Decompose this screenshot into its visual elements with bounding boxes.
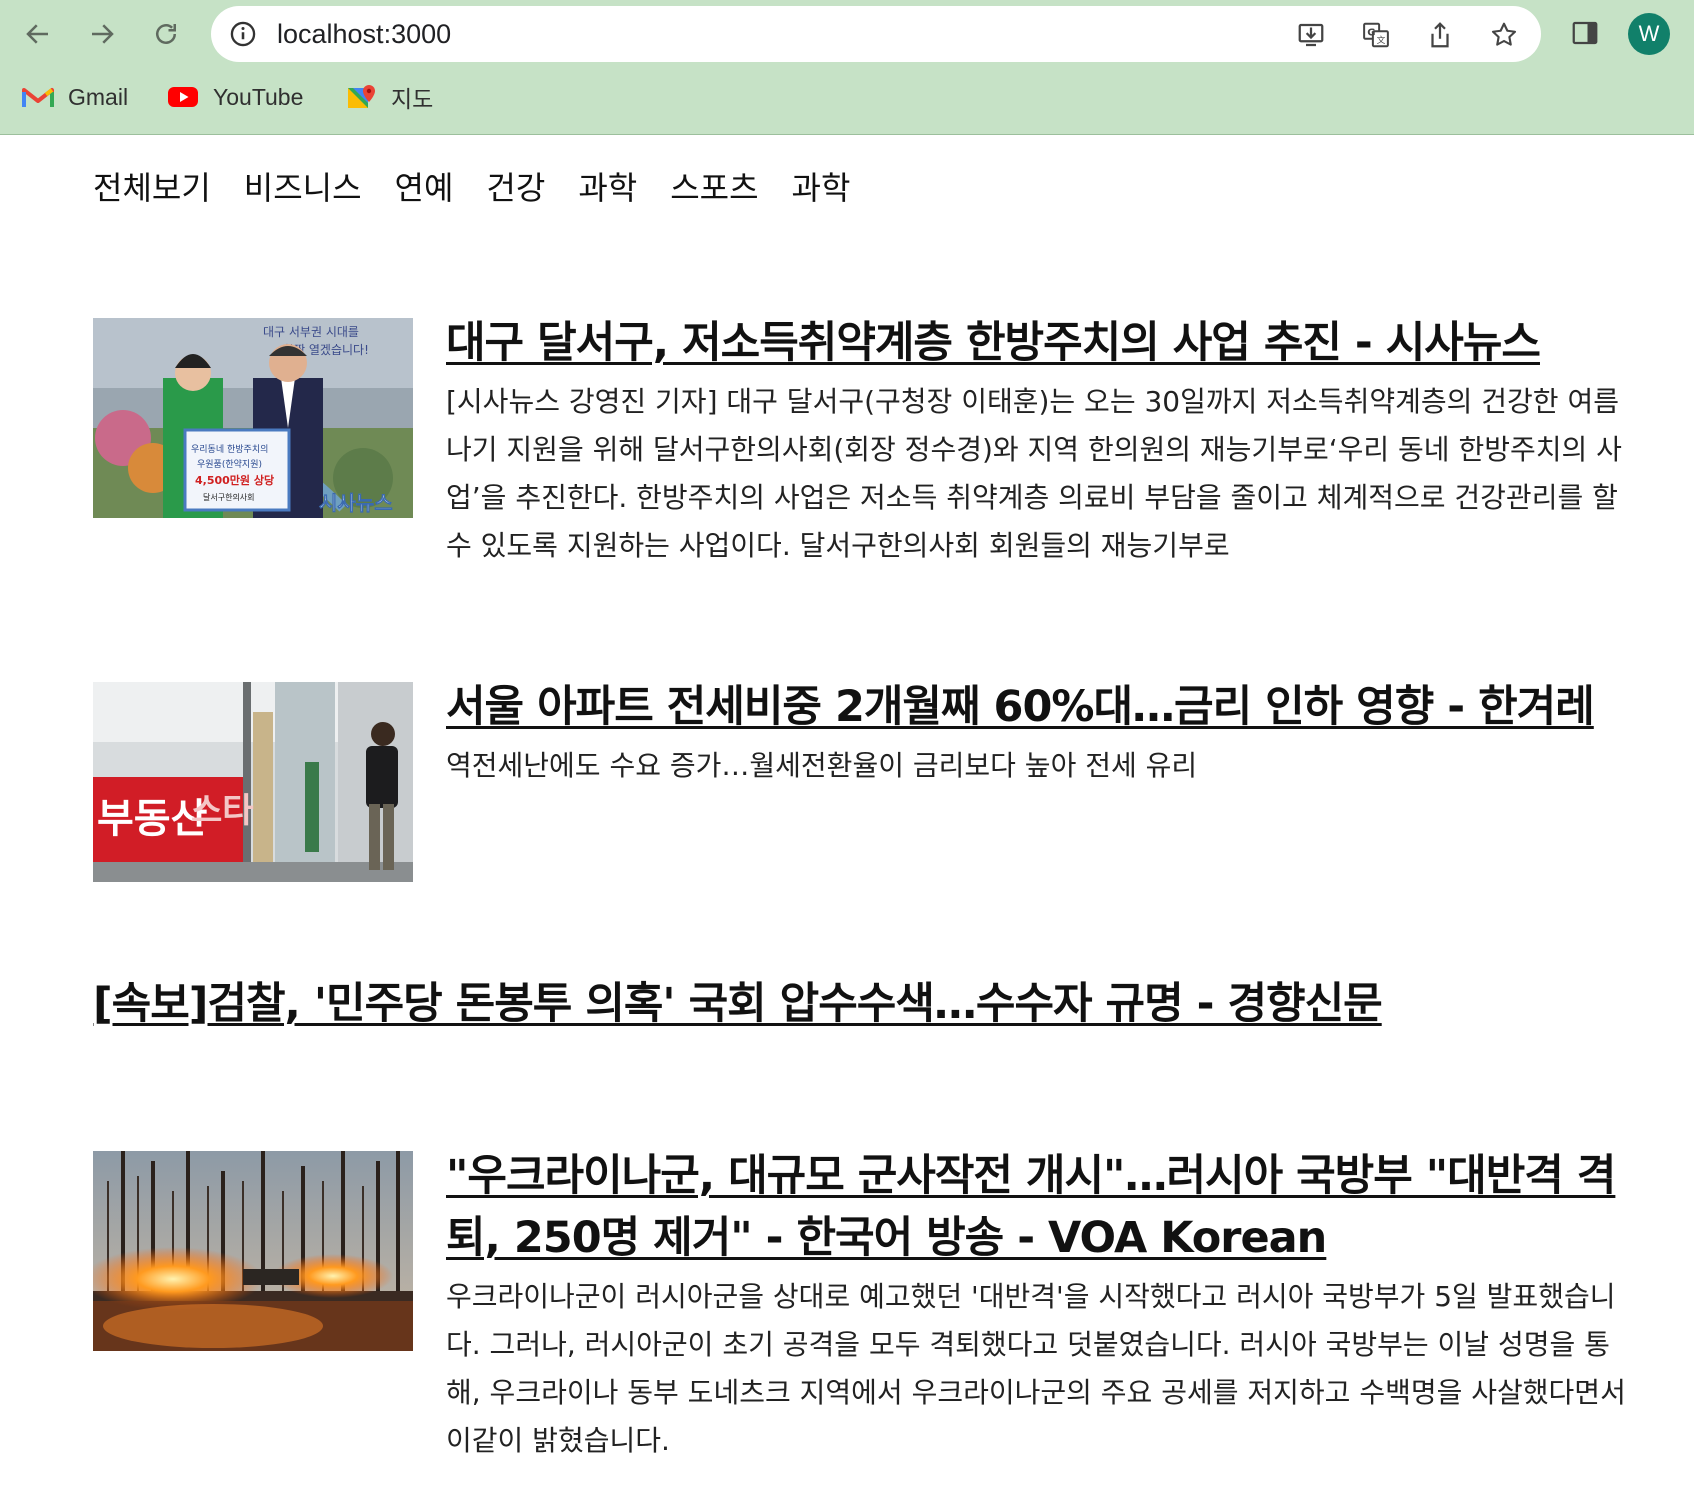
nav-item-health[interactable]: 건강 <box>486 168 545 208</box>
article-content: 서울 아파트 전세비중 2개월째 60%대…금리 인하 영향 - 한겨레 역전세… <box>446 682 1636 790</box>
svg-text:G: G <box>1367 28 1375 39</box>
back-arrow-icon <box>26 24 48 44</box>
article-content: 대구 달서구, 저소득취약계층 한방주치의 사업 추진 - 시사뉴스 [시사뉴스… <box>446 318 1636 570</box>
category-nav: 전체보기 비즈니스 연예 건강 과학 스포츠 과학 <box>93 168 883 208</box>
maps-icon <box>348 85 375 108</box>
bookmark-label: YouTube <box>213 83 304 110</box>
article-image: 대구 서부권 시대를 활짝 열겠습니다! 우리동네 한방주치의 우원품(한약지원… <box>93 318 413 518</box>
article-description: [시사뉴스 강영진 기자] 대구 달서구(구청장 이태훈)는 오는 30일까지 … <box>446 385 1622 562</box>
article-title-link[interactable]: 대구 달서구, 저소득취약계층 한방주치의 사업 추진 - 시사뉴스 <box>446 312 1636 374</box>
nav-item-all[interactable]: 전체보기 <box>93 168 211 208</box>
profile-avatar[interactable]: W <box>1628 13 1670 55</box>
thumb-text: 4,500만원 상당 <box>195 473 274 487</box>
bookmark-gmail[interactable]: Gmail <box>22 82 128 112</box>
thumb-watermark: 시사뉴스 <box>319 491 393 515</box>
svg-text:文: 文 <box>1377 34 1386 46</box>
article-thumbnail[interactable]: 대구 서부권 시대를 활짝 열겠습니다! 우리동네 한방주치의 우원품(한약지원… <box>93 318 413 518</box>
nav-item-business[interactable]: 비즈니스 <box>244 168 362 208</box>
site-info-icon[interactable] <box>229 20 257 48</box>
thumb-text: 우리동네 한방주치의 <box>191 443 268 455</box>
article-title-link[interactable]: [속보]검찰, '민주당 돈봉투 의혹' 국회 압수수색…수수자 규명 - 경향… <box>93 973 1633 1035</box>
thumb-text: 스타 <box>191 791 254 831</box>
address-bar[interactable]: localhost:3000 G文 <box>211 6 1541 62</box>
install-app-icon[interactable] <box>1296 20 1326 50</box>
back-button[interactable] <box>18 14 58 54</box>
reload-button[interactable] <box>146 14 186 54</box>
article-title-link[interactable]: 서울 아파트 전세비중 2개월째 60%대…금리 인하 영향 - 한겨레 <box>446 676 1636 738</box>
article-description: 역전세난에도 수요 증가…월세전환율이 금리보다 높아 전세 유리 <box>446 749 1198 782</box>
browser-chrome: localhost:3000 G文 W Gmail YouTube 지도 <box>0 0 1694 135</box>
article-thumbnail[interactable] <box>93 1151 413 1351</box>
article-description: 우크라이나군이 러시아군을 상대로 예고했던 '대반격'을 시작했다고 러시아 … <box>446 1280 1626 1457</box>
thumb-text: 우원품(한약지원) <box>197 458 262 470</box>
forward-arrow-icon <box>92 24 114 44</box>
gmail-icon <box>22 88 54 107</box>
side-panel-icon[interactable] <box>1570 18 1600 48</box>
nav-item-entertainment[interactable]: 연예 <box>395 168 454 208</box>
article-image <box>93 1151 413 1351</box>
nav-item-sports[interactable]: 스포츠 <box>670 168 758 208</box>
bookmark-label: 지도 <box>391 86 434 112</box>
thumb-text: 대구 서부권 시대를 <box>263 325 359 339</box>
share-icon[interactable] <box>1425 20 1455 50</box>
article-image: 부동산 스타 <box>93 682 413 882</box>
bookmark-youtube[interactable]: YouTube <box>167 82 303 112</box>
bookmark-label: Gmail <box>68 83 129 110</box>
bookmark-maps[interactable]: 지도 <box>345 82 433 112</box>
bookmark-star-icon[interactable] <box>1489 20 1519 50</box>
article-title-link[interactable]: "우크라이나군, 대규모 군사작전 개시"…러시아 국방부 "대반격 격퇴, 2… <box>446 1145 1636 1269</box>
translate-icon[interactable]: G文 <box>1361 20 1391 50</box>
thumb-text: 달서구한의사회 <box>203 492 255 502</box>
article-content: "우크라이나군, 대규모 군사작전 개시"…러시아 국방부 "대반격 격퇴, 2… <box>446 1151 1636 1465</box>
youtube-icon <box>168 87 198 107</box>
news-article: [속보]검찰, '민주당 돈봉투 의혹' 국회 압수수색…수수자 규명 - 경향… <box>93 979 1633 1035</box>
url-text[interactable]: localhost:3000 <box>277 20 451 48</box>
reload-icon <box>156 24 176 44</box>
nav-item-science[interactable]: 과학 <box>578 168 637 208</box>
forward-button[interactable] <box>82 14 122 54</box>
article-thumbnail[interactable]: 부동산 스타 <box>93 682 413 882</box>
nav-item-science-2[interactable]: 과학 <box>792 168 851 208</box>
